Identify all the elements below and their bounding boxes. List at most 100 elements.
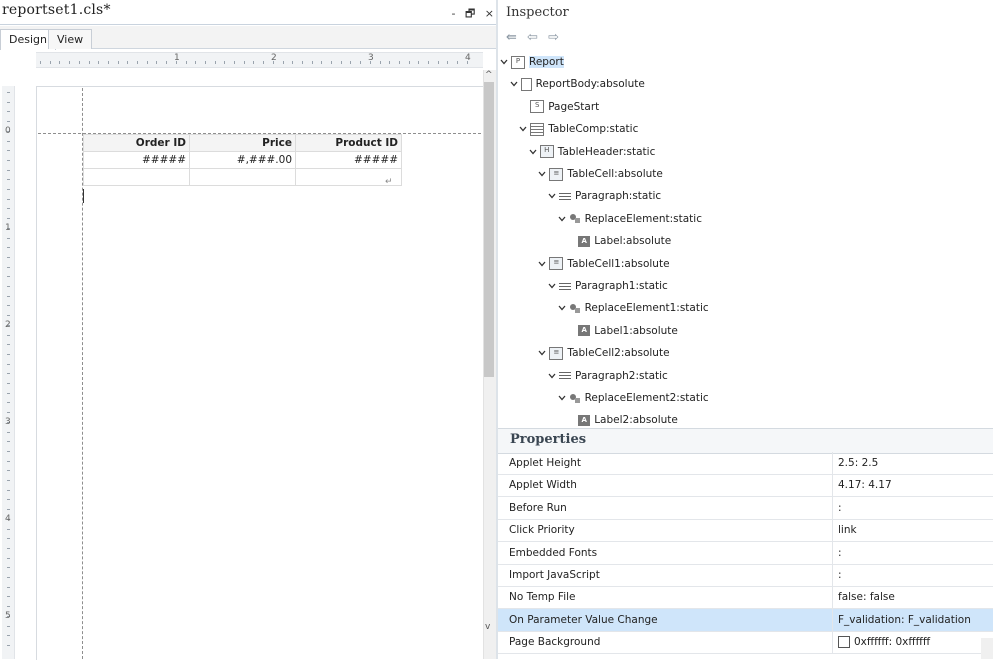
chevron-down-icon[interactable] <box>548 366 558 388</box>
text-caret <box>83 189 84 203</box>
ruler-tick <box>7 547 10 549</box>
chevron-down-icon[interactable] <box>510 74 520 96</box>
ruler-tick <box>166 61 168 64</box>
property-row[interactable]: Import JavaScript: <box>498 564 993 587</box>
property-value[interactable]: : <box>838 497 842 519</box>
property-name: Page Background <box>509 636 601 649</box>
property-row[interactable]: No Temp File false: false <box>498 586 993 610</box>
property-value[interactable]: link <box>838 519 857 541</box>
tree-node[interactable]: P Report <box>500 51 564 73</box>
property-row[interactable]: Applet Width 4.17: 4.17 <box>498 474 993 498</box>
ruler-tick <box>107 61 109 64</box>
property-row[interactable]: Applet Height 2.5: 2.5 <box>498 452 993 475</box>
chevron-down-icon[interactable] <box>500 52 510 74</box>
tree-node[interactable]: Paragraph1:static <box>548 275 668 297</box>
replace-element-icon <box>569 303 581 314</box>
property-name: On Parameter Value Change <box>509 613 658 626</box>
chevron-down-icon[interactable] <box>558 388 568 410</box>
ruler-number: 1 <box>174 53 180 63</box>
cell-price-format[interactable]: #,###.00 <box>189 151 296 169</box>
properties-scrollbar[interactable] <box>981 638 993 659</box>
table-row: ##### #,###.00 ##### <box>83 151 402 169</box>
back-arrow-icon[interactable]: ⇦ <box>527 30 538 45</box>
ruler-tick <box>7 480 10 481</box>
tree-node[interactable]: Paragraph2:static <box>548 365 668 387</box>
minimize-button[interactable]: - <box>451 7 455 20</box>
ruler-tick <box>40 61 41 64</box>
chevron-down-icon[interactable] <box>548 276 558 298</box>
table-cell-empty[interactable] <box>189 168 296 186</box>
forward-arrow-icon[interactable]: ⇨ <box>548 30 559 45</box>
header-cell-product-id[interactable]: Product ID <box>295 134 402 152</box>
header-cell-order-id[interactable]: Order ID <box>83 134 190 152</box>
property-row[interactable]: Page Background 0xffffff: 0xffffff <box>498 631 993 655</box>
tree-node[interactable]: A Label:absolute <box>567 230 671 252</box>
chevron-down-icon[interactable] <box>538 343 548 365</box>
chevron-down-icon[interactable] <box>548 186 558 208</box>
chevron-down-icon[interactable] <box>558 298 568 320</box>
scrollbar-thumb[interactable] <box>484 82 494 377</box>
tree-node[interactable]: Paragraph:static <box>548 185 661 207</box>
close-button[interactable]: × <box>485 7 494 20</box>
ruler-tick <box>437 61 439 64</box>
ruler-tick <box>7 538 10 540</box>
ruler-tick <box>78 61 80 64</box>
chevron-down-icon[interactable] <box>538 164 548 186</box>
tree-node[interactable]: ReportBody:absolute <box>510 73 645 95</box>
tree-node[interactable]: ≡ TableCell2:absolute <box>538 342 670 365</box>
table-cell-icon: ≡ <box>549 257 564 271</box>
header-cell-price[interactable]: Price <box>189 134 296 152</box>
tree-node-label: ReplaceElement1:static <box>584 302 709 315</box>
tree-node[interactable]: ≡ TableCell1:absolute <box>538 253 670 276</box>
horizontal-ruler: 1 2 3 4 <box>36 52 483 68</box>
property-value[interactable]: : <box>838 542 842 564</box>
ruler-tick <box>360 61 362 64</box>
property-row[interactable]: On Parameter Value Change F_validation: F… <box>498 608 993 632</box>
property-row[interactable]: Click Priority link <box>498 519 993 543</box>
label-icon: A <box>578 325 591 337</box>
chevron-down-icon[interactable] <box>558 209 568 231</box>
property-value[interactable]: 0xffffff: 0xffffff <box>838 631 930 653</box>
tree-node[interactable]: A Label1:absolute <box>567 320 678 342</box>
property-row[interactable]: Embedded Fonts: <box>498 541 993 565</box>
chevron-down-icon[interactable] <box>538 254 548 276</box>
tree-node[interactable]: ReplaceElement2:static <box>558 387 709 409</box>
ruler-tick <box>137 61 138 64</box>
tree-node[interactable]: S PageStart <box>519 96 599 118</box>
tree-node[interactable]: ReplaceElement1:static <box>558 297 709 319</box>
restore-button[interactable]: 🗗 <box>465 7 475 20</box>
table-icon <box>530 122 545 136</box>
collapse-all-icon[interactable]: ⇚ <box>506 30 517 45</box>
tree-node[interactable]: ReplaceElement:static <box>558 208 702 230</box>
property-value[interactable]: : <box>838 564 842 586</box>
ruler-tick <box>282 61 284 64</box>
cell-order-id-format[interactable]: ##### <box>83 151 190 169</box>
property-value[interactable]: F_validation: F_validation <box>838 609 971 631</box>
report-table[interactable]: Order ID Price Product ID ##### #,###.00… <box>83 134 402 186</box>
ruler-tick <box>7 402 10 404</box>
scroll-up-arrow-icon[interactable]: ^ <box>485 70 493 80</box>
property-value[interactable]: false: false <box>838 586 895 608</box>
cell-product-id-format[interactable]: ##### <box>295 151 402 169</box>
tree-node[interactable]: H TableHeader:static <box>529 141 655 164</box>
ruler-tick <box>127 61 129 64</box>
tree-node[interactable]: ≡ TableCell:absolute <box>538 163 663 186</box>
ruler-tick <box>156 61 158 64</box>
property-name: No Temp File <box>509 591 576 604</box>
table-header-icon: H <box>539 145 554 159</box>
chevron-down-icon[interactable] <box>529 142 539 164</box>
pagestart-icon: S <box>530 100 545 114</box>
column-divider <box>832 496 833 519</box>
property-value[interactable]: 4.17: 4.17 <box>838 474 892 496</box>
property-value[interactable]: 2.5: 2.5 <box>838 452 878 474</box>
scroll-down-arrow-icon[interactable]: v <box>485 622 490 632</box>
label-icon: A <box>578 414 591 426</box>
tab-view[interactable]: View <box>48 29 93 49</box>
ruler-tick <box>7 247 10 249</box>
ruler-tick <box>49 61 51 64</box>
color-swatch[interactable] <box>838 636 850 649</box>
chevron-down-icon[interactable] <box>519 119 529 141</box>
property-row[interactable]: Before Run: <box>498 496 993 520</box>
tree-node[interactable]: TableComp:static <box>519 118 638 140</box>
table-cell-empty[interactable] <box>83 168 190 186</box>
